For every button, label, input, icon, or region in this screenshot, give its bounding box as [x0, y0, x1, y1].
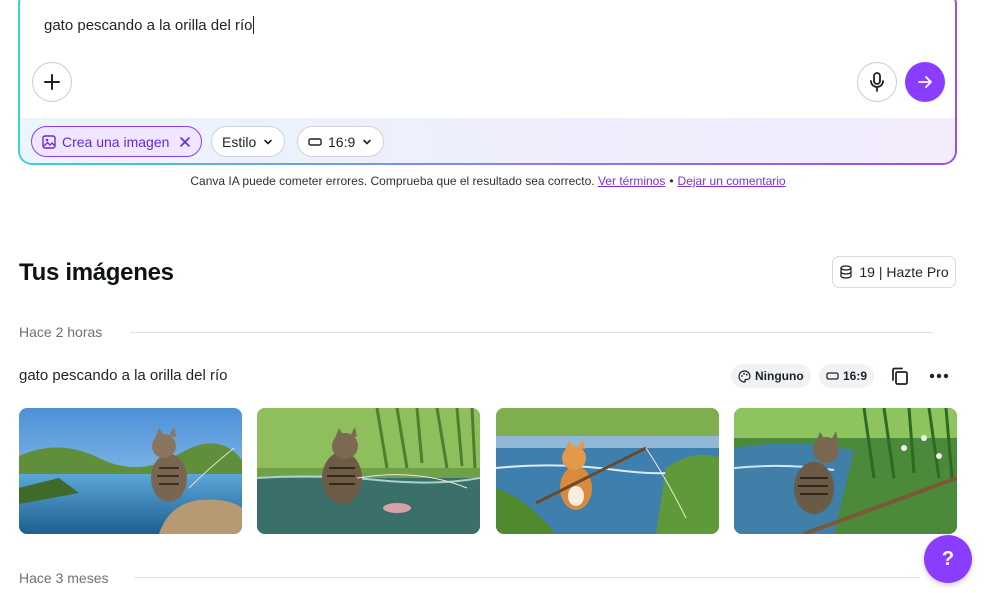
close-icon[interactable]	[179, 136, 191, 148]
more-options-button[interactable]	[926, 363, 952, 389]
send-button[interactable]	[905, 62, 945, 102]
create-image-label: Crea una imagen	[62, 133, 170, 150]
gallery-title: Tus imágenes	[19, 259, 174, 286]
rectangle-icon	[308, 137, 322, 146]
group-divider	[130, 332, 933, 333]
chevron-down-icon	[264, 139, 273, 145]
credits-button[interactable]: 19 | Hazte Pro	[832, 256, 956, 288]
group-divider	[134, 577, 920, 578]
arrow-right-icon	[918, 76, 932, 88]
canva-ai-page: gato pescando a la orilla del río Crea u…	[0, 0, 984, 593]
ai-disclaimer: Canva IA puede cometer errores. Comprueb…	[0, 174, 976, 188]
generated-image-4[interactable]	[734, 408, 957, 534]
style-dropdown[interactable]: Estilo	[211, 126, 286, 157]
ratio-tag-label: 16:9	[843, 369, 868, 383]
more-horizontal-icon	[929, 373, 949, 379]
copy-prompt-button[interactable]	[887, 363, 913, 389]
copy-icon	[892, 367, 908, 385]
generated-image-3[interactable]	[496, 408, 719, 534]
prompt-input-text: gato pescando a la orilla del río	[44, 16, 253, 34]
generated-image-1[interactable]	[19, 408, 242, 534]
create-image-chip[interactable]: Crea una imagen	[31, 126, 203, 157]
style-tag-label: Ninguno	[755, 369, 804, 383]
prompt-card: gato pescando a la orilla del río Crea u…	[18, 0, 957, 165]
plus-icon	[44, 74, 60, 90]
microphone-icon	[870, 72, 884, 92]
image-icon	[42, 134, 56, 149]
microphone-button[interactable]	[857, 62, 897, 102]
style-label: Estilo	[222, 133, 257, 150]
database-icon	[840, 265, 853, 279]
palette-icon	[738, 369, 751, 383]
cat-fishing-image	[496, 408, 719, 534]
ratio-tag: 16:9	[819, 364, 875, 388]
cat-fishing-image	[257, 408, 480, 534]
chevron-down-icon	[363, 139, 372, 145]
feedback-link[interactable]: Dejar un comentario	[678, 174, 786, 188]
prompt-inner: gato pescando a la orilla del río Crea u…	[20, 0, 955, 163]
credits-label: 19 | Hazte Pro	[859, 264, 949, 280]
text-caret	[253, 16, 255, 34]
help-button[interactable]: ?	[924, 535, 972, 583]
group-time-label: Hace 2 horas	[19, 324, 103, 340]
separator-dot: •	[669, 174, 674, 188]
group-time-label: Hace 3 meses	[19, 570, 109, 586]
aspect-ratio-dropdown[interactable]: 16:9	[297, 126, 385, 157]
prompt-input[interactable]: gato pescando a la orilla del río	[44, 16, 255, 34]
cat-fishing-image	[19, 408, 242, 534]
add-button[interactable]	[32, 62, 72, 102]
cat-fishing-image	[734, 408, 957, 534]
disclaimer-text: Canva IA puede cometer errores. Comprueb…	[190, 174, 595, 188]
prompt-options-bar: Crea una imagen Estilo 16:9	[20, 118, 955, 163]
style-tag: Ninguno	[731, 364, 811, 388]
generated-image-2[interactable]	[257, 408, 480, 534]
terms-link[interactable]: Ver términos	[598, 174, 665, 188]
generation-prompt: gato pescando a la orilla del río	[19, 367, 228, 384]
rectangle-icon	[826, 372, 839, 380]
aspect-ratio-label: 16:9	[328, 133, 356, 150]
